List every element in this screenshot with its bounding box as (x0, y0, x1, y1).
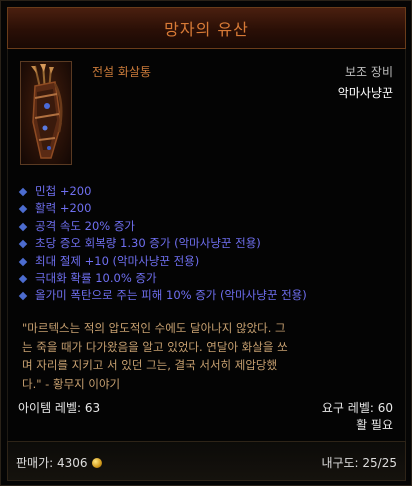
bullet-diamond-icon (18, 222, 28, 232)
bullet-diamond-icon (18, 205, 28, 214)
item-tooltip: 망자의 유산 전설 화살통 보조 장비 악마사냥꾼 민첩 +200 활력 +20… (0, 0, 412, 486)
gold-coin-icon (91, 457, 102, 468)
bullet-diamond-icon (18, 292, 28, 301)
item-icon-frame (20, 61, 72, 165)
flavor-line: 며 자리를 지키고 서 있던 그는, 결국 서서히 제압당했 (22, 358, 278, 372)
stat-line: 활력 +200 (18, 200, 398, 217)
tooltip-footer: 판매가: 4306 내구도: 25/25 (7, 441, 406, 481)
tooltip-body: 전설 화살통 보조 장비 악마사냥꾼 민첩 +200 활력 +200 공격 속도… (7, 49, 406, 441)
bullet-diamond-icon (18, 187, 28, 197)
quiver-icon (31, 63, 63, 159)
flavor-line: 는 죽을 때가 다가왔음을 알고 있었다. 연달아 화살을 쏘 (22, 339, 288, 354)
stat-line: 초당 증오 회복량 1.30 증가 (악마사냥꾼 전용) (18, 235, 398, 252)
class-requirement: 악마사냥꾼 (337, 86, 393, 100)
bullet-diamond-icon (18, 274, 28, 284)
flavor-text: "마르텍스는 적의 압도적인 수에도 달아나지 않았다. 그 는 죽을 때가 다… (22, 319, 397, 393)
flavor-line: 다." - 황무지 이야기 (22, 376, 121, 391)
required-weapon: 활 필요 (356, 418, 393, 432)
item-level: 아이템 레벨: 63 (18, 401, 101, 415)
bullet-diamond-icon (18, 239, 28, 249)
durability: 내구도: 25/25 (321, 456, 397, 470)
stat-line: 민첩 +200 (18, 183, 398, 200)
stat-line: 올가미 폭탄으로 주는 피해 10% 증가 (악마사냥꾼 전용) (18, 287, 398, 304)
flavor-line: "마르텍스는 적의 압도적인 수에도 달아나지 않았다. 그 (22, 321, 286, 335)
bullet-diamond-icon (18, 257, 28, 266)
item-name: 망자의 유산 (164, 20, 249, 39)
stat-list: 민첩 +200 활력 +200 공격 속도 20% 증가 초당 증오 회복량 1… (18, 183, 398, 305)
stat-line: 극대화 확률 10.0% 증가 (18, 270, 398, 287)
item-slot: 보조 장비 (345, 65, 393, 79)
item-type: 전설 화살통 (92, 65, 152, 79)
tooltip-header: 망자의 유산 (7, 7, 406, 49)
sell-price: 판매가: 4306 (16, 454, 102, 471)
stat-line: 최대 절제 +10 (악마사냥꾼 전용) (18, 253, 398, 270)
stat-line: 공격 속도 20% 증가 (18, 218, 398, 235)
required-level: 요구 레벨: 60 (321, 401, 393, 415)
sell-price-label: 판매가: 4306 (16, 456, 88, 470)
